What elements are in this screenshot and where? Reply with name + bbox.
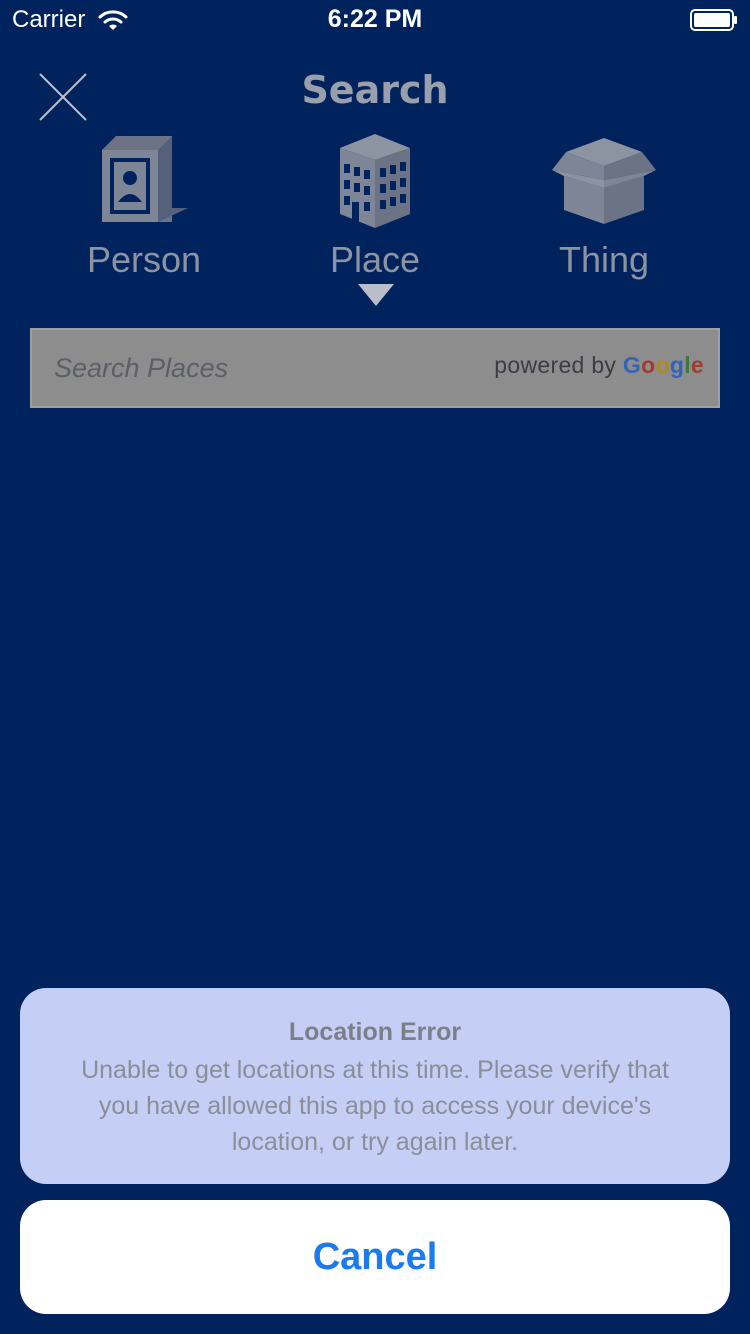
status-bar: Carrier 6:22 PM (0, 0, 750, 40)
selected-indicator-triangle-icon (358, 284, 394, 306)
battery-icon (690, 9, 737, 31)
open-box-icon (552, 138, 656, 224)
location-error-alert: Location Error Unable to get locations a… (20, 988, 730, 1184)
category-person[interactable]: Person (34, 125, 254, 285)
building-icon (340, 134, 410, 228)
alert-message: Unable to get locations at this time. Pl… (81, 1056, 669, 1156)
search-places-bar[interactable]: powered by Google (30, 328, 720, 408)
powered-by-label: powered by (494, 352, 617, 378)
status-time: 6:22 PM (327, 5, 423, 33)
category-place[interactable]: Place (265, 125, 485, 285)
person-card-box-icon (102, 136, 188, 222)
category-label-thing: Thing (558, 239, 650, 280)
category-label-place: Place (329, 239, 421, 280)
category-label-person: Person (86, 239, 202, 280)
page-title: Search (301, 68, 449, 112)
category-thing[interactable]: Thing (494, 125, 714, 285)
powered-by-google: powered by Google (494, 352, 704, 379)
alert-title: Location Error (288, 1018, 462, 1046)
cancel-button[interactable]: Cancel (20, 1200, 730, 1314)
search-input[interactable] (54, 348, 454, 388)
google-logo: Google (622, 352, 704, 378)
